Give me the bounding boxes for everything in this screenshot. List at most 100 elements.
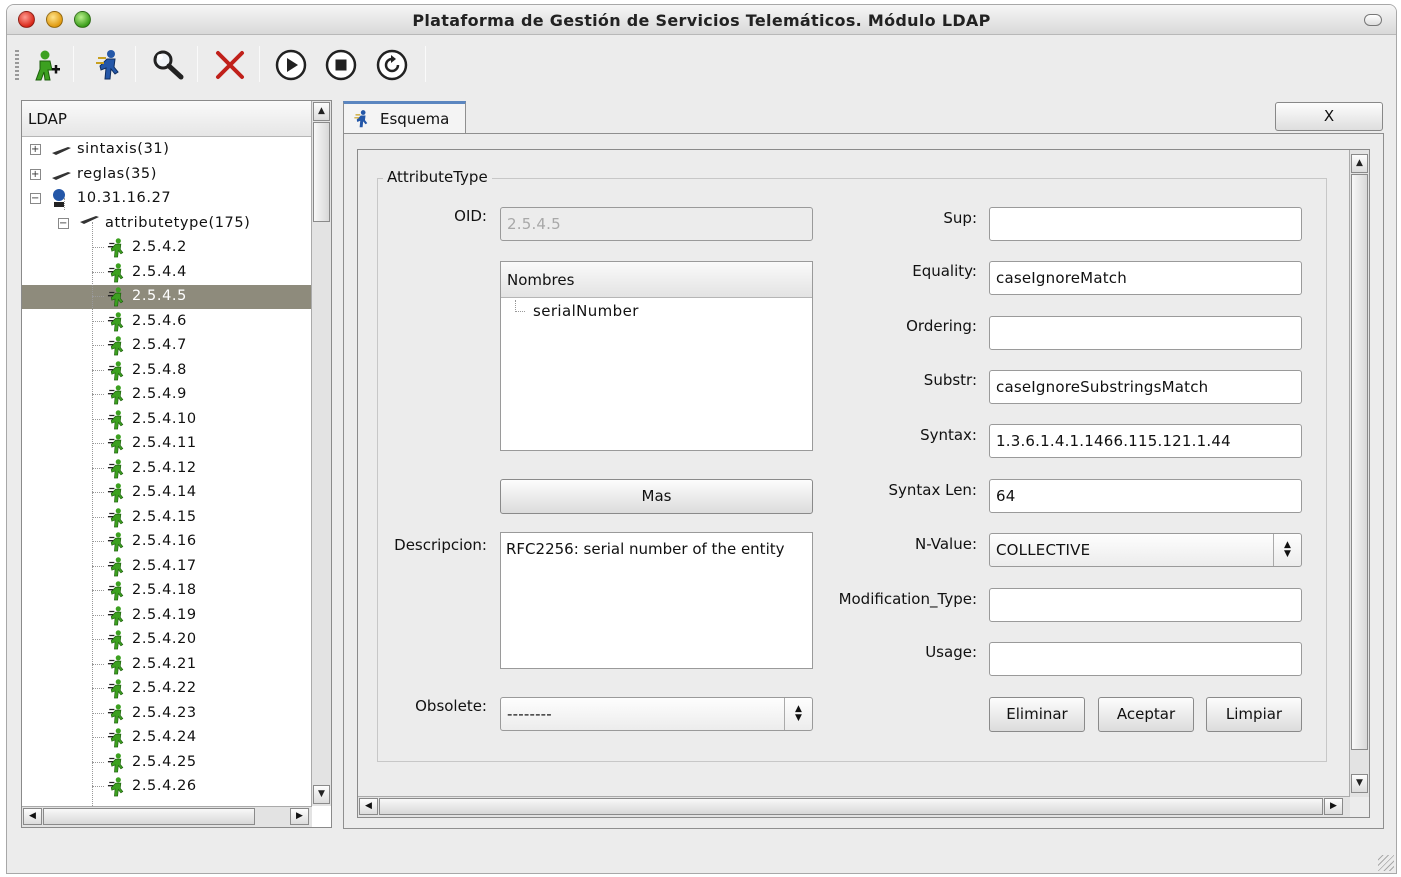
tree-item-label: 2.5.4.21 <box>132 655 197 672</box>
tree-item[interactable]: 2.5.4.6 <box>22 310 312 334</box>
tree-item-icon <box>106 458 128 484</box>
tree-item[interactable]: 2.5.4.8 <box>22 359 312 383</box>
limpiar-button[interactable]: Limpiar <box>1206 697 1302 732</box>
tree-item[interactable]: 2.5.4.19 <box>22 604 312 628</box>
syntax-len-field[interactable]: 64 <box>989 479 1302 513</box>
tree-item[interactable]: 2.5.4.5 <box>22 285 312 309</box>
tree-item[interactable]: 2.5.4.14 <box>22 481 312 505</box>
tree-item[interactable]: − 10.31.16.27 <box>22 187 312 211</box>
scroll-thumb[interactable] <box>1351 174 1368 750</box>
tree-item-label: 2.5.4.5 <box>132 288 187 304</box>
ordering-field[interactable] <box>989 316 1302 350</box>
tree-item[interactable]: 2.5.4.23 <box>22 702 312 726</box>
equality-label: Equality: <box>912 262 977 280</box>
tree-item[interactable]: 2.5.4.25 <box>22 751 312 775</box>
scroll-right-arrow[interactable]: ▶ <box>290 808 309 825</box>
add-user-button[interactable] <box>25 45 65 85</box>
tree-item[interactable]: 2.5.4.15 <box>22 506 312 530</box>
collapse-icon[interactable]: − <box>58 217 69 229</box>
scroll-down-arrow[interactable]: ▼ <box>313 785 330 804</box>
tree-item[interactable]: 2.5.4.24 <box>22 726 312 750</box>
scroll-thumb[interactable] <box>313 122 330 222</box>
oid-label: OID: <box>454 207 487 225</box>
scroll-up-arrow[interactable]: ▲ <box>313 102 330 121</box>
scroll-right-arrow[interactable]: ▶ <box>1324 798 1343 815</box>
syntax-field[interactable]: 1.3.6.1.4.1.1466.115.121.1.44 <box>989 424 1302 458</box>
collapse-icon[interactable]: − <box>30 193 41 204</box>
tree-item-icon <box>106 409 128 435</box>
tree-item[interactable]: 2.5.4.18 <box>22 579 312 603</box>
tree-item[interactable]: 2.5.4.16 <box>22 530 312 554</box>
tree-item[interactable]: 2.5.4.17 <box>22 555 312 579</box>
oid-field[interactable]: 2.5.4.5 <box>500 207 813 241</box>
folder-icon <box>52 147 71 155</box>
add-user-icon <box>35 50 60 81</box>
tree-item[interactable]: − attributetype(175) <box>22 212 312 236</box>
sup-field[interactable] <box>989 207 1302 241</box>
tree-item[interactable]: 2.5.4.12 <box>22 457 312 481</box>
user-run-icon <box>107 679 124 699</box>
scroll-down-arrow[interactable]: ▼ <box>1351 774 1368 793</box>
mas-button[interactable]: Mas <box>500 479 813 514</box>
user-run-icon <box>107 483 124 503</box>
scroll-thumb[interactable] <box>43 808 255 825</box>
equality-field[interactable]: caseIgnoreMatch <box>989 261 1302 295</box>
nombres-list[interactable]: Nombres serialNumber <box>500 261 813 451</box>
tree-connector <box>92 761 104 763</box>
scroll-left-arrow[interactable]: ◀ <box>23 808 42 825</box>
tree-item[interactable]: 2.5.4.7 <box>22 334 312 358</box>
descripcion-label: Descripcion: <box>394 536 487 554</box>
tree-item[interactable]: 2.5.4.4 <box>22 261 312 285</box>
usage-field[interactable] <box>989 642 1302 676</box>
list-item[interactable]: serialNumber <box>533 302 639 320</box>
search-button[interactable] <box>148 45 188 85</box>
expand-icon[interactable]: + <box>30 168 41 180</box>
tree-connector <box>92 492 104 493</box>
tab-esquema[interactable]: Esquema <box>343 101 466 134</box>
form-vertical-scrollbar[interactable]: ▲ ▼ <box>1349 150 1369 797</box>
tree-item-icon <box>106 703 128 729</box>
tree-item-label: attributetype(175) <box>105 214 251 231</box>
scroll-up-arrow[interactable]: ▲ <box>1351 154 1368 173</box>
edit-user-button[interactable] <box>89 45 129 85</box>
obsolete-select[interactable]: -------- ▲ ▼ <box>500 697 813 731</box>
tree-item[interactable]: 2.5.4.9 <box>22 383 312 407</box>
delete-button[interactable] <box>210 45 250 85</box>
tree-item[interactable]: 2.5.4.11 <box>22 432 312 456</box>
tree-item-icon <box>106 384 128 410</box>
nombres-header[interactable]: Nombres <box>501 262 812 298</box>
eliminar-button[interactable]: Eliminar <box>989 697 1085 732</box>
tree-vertical-scrollbar[interactable]: ▲ ▼ <box>311 101 331 806</box>
stop-button[interactable] <box>321 45 361 85</box>
usage-label: Usage: <box>925 643 977 661</box>
substr-field[interactable]: caseIgnoreSubstringsMatch <box>989 370 1302 404</box>
aceptar-button[interactable]: Aceptar <box>1098 697 1194 732</box>
tree-connector <box>92 541 104 542</box>
close-tab-button[interactable]: X <box>1275 102 1383 131</box>
tree-item[interactable]: 2.5.4.26 <box>22 775 312 799</box>
play-button[interactable] <box>271 45 311 85</box>
tree-item[interactable]: + reglas(35) <box>22 163 312 187</box>
tree-connector <box>92 565 104 567</box>
n-value-select[interactable]: COLLECTIVE ▲ ▼ <box>989 533 1302 567</box>
scroll-left-arrow[interactable]: ◀ <box>359 798 378 815</box>
tree-item-label: 2.5.4.9 <box>132 386 187 402</box>
tree-horizontal-scrollbar[interactable]: ◀ ▶ <box>22 806 312 827</box>
tree-item[interactable]: + sintaxis(31) <box>22 138 312 162</box>
tree-header[interactable]: LDAP <box>22 101 312 137</box>
tree-item[interactable]: 2.5.4.2 <box>22 236 312 260</box>
toggle-toolbar-button[interactable] <box>1364 14 1382 26</box>
form-horizontal-scrollbar[interactable]: ◀ ▶ <box>358 796 1350 817</box>
tree-item[interactable]: 2.5.4.20 <box>22 628 312 652</box>
tree-item[interactable]: 2.5.4.21 <box>22 653 312 677</box>
resize-grip[interactable] <box>1378 855 1394 871</box>
tree-item[interactable]: 2.5.4.22 <box>22 677 312 701</box>
descripcion-textarea[interactable]: RFC2256: serial number of the entity <box>500 532 813 669</box>
modification-type-field[interactable] <box>989 588 1302 622</box>
refresh-button[interactable] <box>372 45 412 85</box>
tree-connector <box>92 786 104 787</box>
scroll-thumb[interactable] <box>379 798 1323 815</box>
expand-icon[interactable]: + <box>30 144 41 155</box>
tree-item[interactable]: 2.5.4.10 <box>22 408 312 432</box>
toolbar-grip[interactable] <box>15 50 19 80</box>
